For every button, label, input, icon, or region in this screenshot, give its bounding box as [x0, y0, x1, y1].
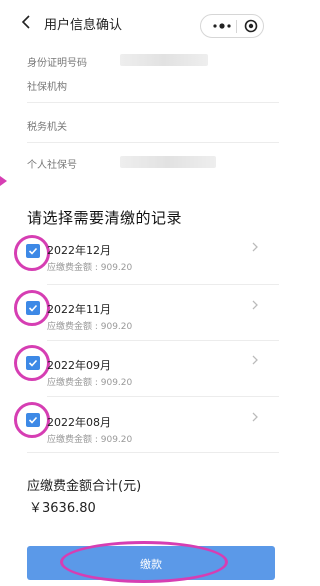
personal-social-security-number-label: 个人社保号 [27, 160, 77, 171]
section-title: 请选择需要清缴的记录 [27, 209, 183, 227]
checkbox-checked-icon[interactable] [26, 244, 40, 258]
record-month: 2022年08月 [47, 416, 111, 429]
record-amount: 应缴费金额 : 909.20 [47, 322, 133, 332]
chevron-right-icon [252, 355, 258, 365]
tax-authority-label: 税务机关 [27, 122, 67, 133]
checkbox-checked-icon[interactable] [26, 356, 40, 370]
record-item[interactable]: 2022年08月 应缴费金额 : 909.20 [0, 402, 279, 458]
personal-social-security-number-value [120, 156, 216, 168]
total-amount-value: ￥3636.80 [29, 501, 96, 516]
checkbox-checked-icon[interactable] [26, 413, 40, 427]
record-item[interactable]: 2022年09月 应缴费金额 : 909.20 [0, 345, 279, 401]
annotation-arrow [0, 176, 7, 186]
mini-program-capsule [200, 14, 264, 38]
nav-bar: 用户信息确认 [0, 0, 279, 44]
record-month: 2022年12月 [47, 244, 111, 257]
target-icon[interactable] [244, 19, 258, 33]
record-item[interactable]: 2022年12月 应缴费金额 : 909.20 [0, 232, 279, 288]
record-amount: 应缴费金额 : 909.20 [47, 378, 133, 388]
record-amount: 应缴费金额 : 909.20 [47, 263, 133, 273]
id-number-label: 身份证明号码 [27, 58, 87, 69]
divider [47, 396, 279, 397]
chevron-right-icon [252, 242, 258, 252]
total-amount-label: 应缴费金额合计(元) [27, 479, 142, 494]
more-icon[interactable] [211, 20, 233, 32]
checkbox-checked-icon[interactable] [26, 301, 40, 315]
record-month: 2022年11月 [47, 303, 111, 316]
divider [27, 102, 279, 103]
record-month: 2022年09月 [47, 359, 111, 372]
chevron-right-icon [252, 412, 258, 422]
back-icon[interactable] [20, 14, 32, 30]
divider [47, 340, 279, 341]
id-number-value [120, 54, 208, 66]
page-title: 用户信息确认 [44, 18, 123, 33]
divider [27, 142, 279, 143]
divider [27, 452, 279, 453]
record-item[interactable]: 2022年11月 应缴费金额 : 909.20 [0, 290, 279, 346]
divider [47, 284, 279, 285]
social-security-org-label: 社保机构 [27, 82, 67, 93]
record-amount: 应缴费金额 : 909.20 [47, 435, 133, 445]
capsule-divider [236, 20, 237, 33]
chevron-right-icon [252, 300, 258, 310]
annotation-ellipse [60, 541, 228, 583]
